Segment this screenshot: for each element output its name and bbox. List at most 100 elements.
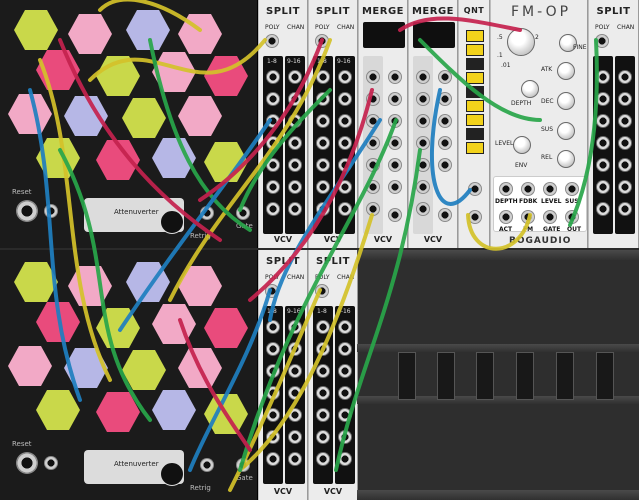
vcv-rack-workspace[interactable]: Reset Attenuverter Retrig Gate SPLIT POL… [0,0,639,500]
input-jack[interactable] [438,136,452,150]
output-jack[interactable] [618,92,632,106]
sustain-knob[interactable] [557,122,575,140]
output-jack[interactable] [338,342,352,356]
input-jack[interactable] [416,136,430,150]
scale-key-bar[interactable] [466,114,484,126]
output-jack[interactable] [338,452,352,466]
output-jack[interactable] [596,180,610,194]
output-jack[interactable] [338,70,352,84]
input-jack[interactable] [366,92,380,106]
poly-in-jack[interactable] [265,34,279,48]
hex-sequencer-module-bottom[interactable]: Reset Attenuverter Retrig Gate [0,250,258,500]
input-jack[interactable] [388,70,402,84]
output-jack[interactable] [288,114,302,128]
input-jack[interactable] [438,114,452,128]
clock-jack[interactable] [44,204,58,218]
output-jack[interactable] [316,364,330,378]
split-module-3[interactable]: SPLIT POLY CHAN [588,0,639,248]
scale-key-bar[interactable] [466,44,484,56]
gate-out-jack[interactable] [236,458,250,472]
input-jack[interactable] [366,202,380,216]
output-jack[interactable] [316,408,330,422]
split-module-4[interactable]: SPLIT POLY CHAN 1-8 9-16 VCV [258,250,308,500]
scale-key-bar[interactable] [466,30,484,42]
fm-op-module[interactable]: FM-OP .5 2 .1 .01 FINE ATK DEPTH DEC SUS… [490,0,588,248]
depth-knob[interactable] [521,80,539,98]
output-jack[interactable] [316,70,330,84]
input-jack[interactable] [388,92,402,106]
poly-in-jack[interactable] [265,284,279,298]
output-jack[interactable] [596,70,610,84]
input-jack[interactable] [416,180,430,194]
input-jack[interactable] [388,180,402,194]
scale-key-bar[interactable] [466,58,484,70]
output-jack[interactable] [596,114,610,128]
output-jack[interactable] [316,136,330,150]
output-jack[interactable] [338,408,352,422]
quantizer-module[interactable]: QNT [458,0,490,248]
fdbk-cv-jack[interactable] [521,182,535,196]
output-jack[interactable] [618,114,632,128]
depth-cv-jack[interactable] [499,182,513,196]
output-jack[interactable] [338,136,352,150]
merge-module-1[interactable]: MERGE VCV [358,0,408,248]
input-jack[interactable] [366,114,380,128]
scale-key-bar[interactable] [466,142,484,154]
split-module-2[interactable]: SPLIT POLY CHAN 1-8 9-16 VCV [308,0,358,248]
output-jack[interactable] [338,320,352,334]
merge-module-2[interactable]: MERGE VCV [408,0,458,248]
input-jack[interactable] [366,180,380,194]
output-jack[interactable] [338,430,352,444]
scale-key-bar[interactable] [466,100,484,112]
output-jack[interactable] [618,180,632,194]
output-jack[interactable] [316,342,330,356]
output-jack[interactable] [338,364,352,378]
output-jack[interactable] [266,114,280,128]
sus-cv-jack[interactable] [565,182,579,196]
qnt-in-jack[interactable] [468,182,482,196]
input-jack[interactable] [388,114,402,128]
qnt-out-jack[interactable] [468,210,482,224]
hex-sequencer-module-top[interactable]: Reset Attenuverter Retrig Gate [0,0,258,248]
output-jack[interactable] [288,320,302,334]
reset-jack[interactable] [16,200,38,222]
output-jack[interactable] [288,408,302,422]
output-jack[interactable] [288,92,302,106]
split-module-1[interactable]: SPLIT POLY CHAN 1-8 9-16 VCV [258,0,308,248]
output-jack[interactable] [316,114,330,128]
input-jack[interactable] [416,70,430,84]
output-jack[interactable] [316,452,330,466]
output-jack[interactable] [288,158,302,172]
level-cv-jack[interactable] [543,182,557,196]
output-jack[interactable] [266,320,280,334]
poly-in-jack[interactable] [595,34,609,48]
input-jack[interactable] [388,158,402,172]
output-jack[interactable] [266,180,280,194]
output-jack[interactable] [338,202,352,216]
attack-knob[interactable] [557,62,575,80]
split-module-5[interactable]: SPLIT POLY CHAN 1-8 9-16 VCV [308,250,358,500]
decay-knob[interactable] [557,92,575,110]
output-jack[interactable] [266,430,280,444]
poly-in-jack[interactable] [315,284,329,298]
input-jack[interactable] [366,158,380,172]
output-jack[interactable] [288,342,302,356]
input-jack[interactable] [416,158,430,172]
gate-in-jack[interactable] [543,210,557,224]
output-jack[interactable] [288,364,302,378]
input-jack[interactable] [438,70,452,84]
input-jack[interactable] [416,92,430,106]
retrig-jack[interactable] [200,206,214,220]
input-jack[interactable] [438,158,452,172]
retrig-jack[interactable] [200,458,214,472]
output-jack[interactable] [266,136,280,150]
audio-out-jack[interactable] [565,210,579,224]
level-knob[interactable] [513,136,531,154]
output-jack[interactable] [288,430,302,444]
output-jack[interactable] [266,386,280,400]
output-jack[interactable] [338,158,352,172]
output-jack[interactable] [316,92,330,106]
output-jack[interactable] [596,202,610,216]
output-jack[interactable] [266,342,280,356]
scale-key-bar[interactable] [466,86,484,98]
